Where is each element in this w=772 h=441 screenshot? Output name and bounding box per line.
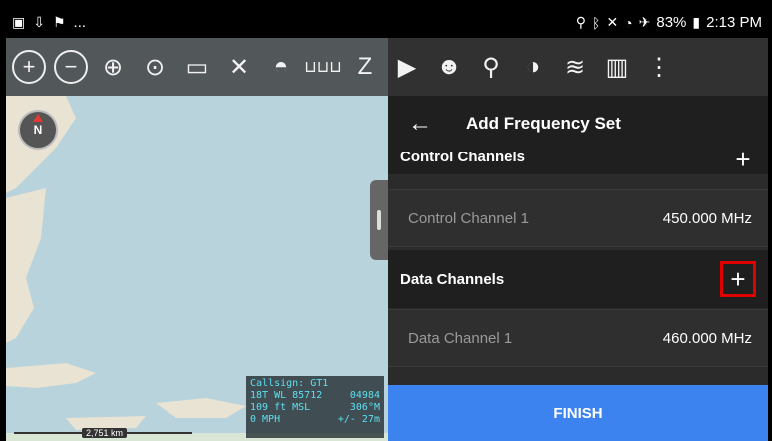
team-button[interactable]: ☻ xyxy=(430,48,468,86)
north-arrow-icon xyxy=(33,114,43,122)
add-control-channel-button[interactable]: + xyxy=(730,152,756,172)
zoom-out-button[interactable]: − xyxy=(52,48,90,86)
frame-icon: ▭ xyxy=(185,53,209,81)
status-bar: ▣ ⇩ ⚑ ... ⚲ ᛒ ✕ ◔ ✈ 83% ▮ 2:13 PM xyxy=(6,8,768,38)
map-button[interactable]: ▥ xyxy=(598,48,636,86)
lock-icon: ⊙ xyxy=(144,53,166,81)
speed-text: 0 MPH xyxy=(250,414,281,425)
data-channels-label: Data Channels xyxy=(400,270,505,288)
battery-percent: 83% xyxy=(656,14,687,31)
status-left: ▣ ⇩ ⚑ ... xyxy=(12,14,86,31)
add-place-button[interactable]: ⚲ xyxy=(472,48,510,86)
add-data-channel-button[interactable]: + xyxy=(720,261,756,297)
map-toolbar: + − ⊕ ⊙ ▭ ✕ ◓ ⊔⊔⊔ Z ▶ ☻ ⚲ ◑ ≋ ▥ ⋮ xyxy=(6,38,768,96)
ruler-button[interactable]: ⊔⊔⊔ xyxy=(304,48,342,86)
measure-button[interactable]: Z xyxy=(346,48,384,86)
locate-icon: ⊕ xyxy=(102,53,124,81)
status-ellipsis: ... xyxy=(73,14,87,31)
layers-button[interactable]: ≋ xyxy=(556,48,594,86)
add-place-icon: ⚲ xyxy=(482,53,500,81)
status-right: ⚲ ᛒ ✕ ◔ ✈ 83% ▮ 2:13 PM xyxy=(576,14,762,31)
download-icon: ⇩ xyxy=(33,14,45,30)
mute-icon: ✕ xyxy=(606,14,619,30)
close-cross-icon: ✕ xyxy=(228,53,250,81)
control-channels-label: Control Channels xyxy=(400,152,526,165)
drawer-handle[interactable] xyxy=(370,180,388,260)
compass-label: N xyxy=(33,123,43,137)
layers-icon: ≋ xyxy=(564,53,586,81)
finish-button[interactable]: FINISH xyxy=(388,385,768,441)
location-readout: Callsign: GT1 18T WL 85712 04984 109 ft M… xyxy=(246,376,384,438)
frame-button[interactable]: ▭ xyxy=(178,48,216,86)
locate-button[interactable]: ⊕ xyxy=(94,48,132,86)
zoom-in-icon: + xyxy=(12,50,46,84)
sail-icon: ◓ xyxy=(273,53,289,80)
app-screen: ▣ ⇩ ⚑ ... ⚲ ᛒ ✕ ◔ ✈ 83% ▮ 2:13 PM + − ⊕ … xyxy=(0,0,772,441)
callsign-text: Callsign: GT1 xyxy=(250,378,329,389)
lock-button[interactable]: ⊙ xyxy=(136,48,174,86)
measure-icon: Z xyxy=(357,53,373,80)
map-icon: ▥ xyxy=(605,53,629,81)
play-button[interactable]: ▶ xyxy=(388,48,426,86)
sail-button[interactable]: ◓ xyxy=(262,48,300,86)
elevation-text: 109 ft MSL xyxy=(250,402,311,413)
accuracy-text: +/- 27m xyxy=(337,414,380,425)
zoom-out-icon: − xyxy=(54,50,88,84)
add-overlay-icon: ◑ xyxy=(525,53,541,80)
more-vertical-icon: ⋮ xyxy=(647,53,671,81)
back-arrow-icon: ← xyxy=(408,110,432,137)
heading-text: 306°M xyxy=(349,402,380,413)
grip-icon xyxy=(377,210,381,230)
close-cross-button[interactable]: ✕ xyxy=(220,48,258,86)
panel-title: Add Frequency Set xyxy=(466,114,621,133)
battery-icon: ▮ xyxy=(692,14,701,30)
ruler-icon: ⊔⊔⊔ xyxy=(304,59,342,76)
bluetooth-icon: ᛒ xyxy=(592,14,601,31)
location-icon: ⚲ xyxy=(575,14,587,30)
data-channels-section: Data Channels + xyxy=(388,250,768,308)
finish-label: FINISH xyxy=(553,404,603,422)
panel-header: ← Add Frequency Set xyxy=(388,96,768,152)
data-channel-value: 460.000 MHz xyxy=(662,329,752,347)
play-icon: ▶ xyxy=(397,53,417,81)
grid-text-b: 04984 xyxy=(349,390,380,401)
add-overlay-button[interactable]: ◑ xyxy=(514,48,552,86)
more-button[interactable]: ⋮ xyxy=(640,48,678,86)
control-channels-section: Control Channels + xyxy=(388,152,768,174)
data-channel-name: Data Channel 1 xyxy=(408,329,513,347)
control-channel-name: Control Channel 1 xyxy=(408,209,529,227)
flag-icon: ⚑ xyxy=(52,14,66,30)
grid-text-a: 18T WL 85712 xyxy=(250,390,323,401)
scale-label: 2,751 km xyxy=(82,428,128,438)
compass-button[interactable]: N xyxy=(18,110,58,150)
team-icon: ☻ xyxy=(436,53,462,80)
data-channel-row[interactable]: Data Channel 1 460.000 MHz xyxy=(388,309,768,367)
image-icon: ▣ xyxy=(12,14,26,30)
airplane-icon: ✈ xyxy=(638,14,651,30)
control-channel-value: 450.000 MHz xyxy=(662,209,752,227)
scale-bar: 2,751 km xyxy=(14,428,194,438)
control-channel-row[interactable]: Control Channel 1 450.000 MHz xyxy=(388,189,768,247)
wifi-icon: ◔ xyxy=(624,14,633,31)
back-button[interactable]: ← xyxy=(400,104,440,144)
zoom-in-button[interactable]: + xyxy=(10,48,48,86)
clock: 2:13 PM xyxy=(706,14,762,31)
